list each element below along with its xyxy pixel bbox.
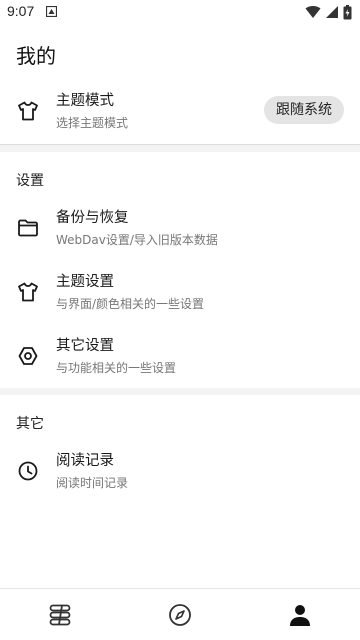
other-settings-subtitle: 与功能相关的一些设置 (56, 361, 177, 375)
theme-settings-row[interactable]: 主题设置 与界面/颜色相关的一些设置 (0, 260, 360, 324)
theme-settings-title: 主题设置 (56, 274, 114, 290)
battery-icon (343, 4, 352, 19)
theme-mode-title: 主题模式 (56, 93, 114, 109)
notification-icon (46, 6, 57, 17)
reading-history-row[interactable]: 阅读记录 阅读时间记录 (0, 439, 360, 503)
section-gap (0, 388, 360, 395)
other-section-header: 其它 (16, 416, 44, 432)
bookshelf-icon (49, 604, 71, 625)
folder-icon (18, 219, 38, 237)
other-settings-title: 其它设置 (56, 338, 114, 354)
tshirt-icon (18, 101, 38, 121)
wifi-icon (305, 6, 321, 19)
status-icons (305, 4, 352, 20)
compass-icon (169, 603, 191, 626)
theme-settings-subtitle: 与界面/颜色相关的一些设置 (56, 297, 205, 311)
nav-discover[interactable] (120, 589, 240, 640)
app-screen: 9:07 我的 主题模式 选择主题模式 跟随系统 设置 备份与恢复 WebDav… (0, 0, 360, 640)
backup-restore-subtitle: WebDav设置/导入旧版本数据 (56, 233, 218, 247)
backup-restore-title: 备份与恢复 (56, 210, 129, 226)
theme-mode-subtitle: 选择主题模式 (56, 116, 129, 130)
clock-icon (18, 461, 38, 481)
settings-section-header: 设置 (16, 173, 44, 189)
bottom-navigation (0, 588, 360, 640)
hexagon-settings-icon (18, 347, 38, 365)
section-gap (0, 145, 360, 152)
status-time: 9:07 (7, 3, 35, 19)
signal-icon (326, 6, 338, 18)
other-settings-row[interactable]: 其它设置 与功能相关的一些设置 (0, 324, 360, 388)
backup-restore-row[interactable]: 备份与恢复 WebDav设置/导入旧版本数据 (0, 196, 360, 260)
nav-profile[interactable] (240, 589, 360, 640)
nav-bookshelf[interactable] (0, 589, 120, 640)
reading-history-title: 阅读记录 (56, 453, 114, 469)
theme-mode-chip[interactable]: 跟随系统 (264, 96, 344, 124)
person-icon (290, 604, 310, 626)
tshirt-icon (18, 282, 38, 302)
page-title: 我的 (16, 44, 56, 68)
reading-history-subtitle: 阅读时间记录 (56, 476, 129, 490)
status-bar: 9:07 (0, 0, 360, 24)
theme-mode-row[interactable]: 主题模式 选择主题模式 跟随系统 (0, 79, 360, 143)
